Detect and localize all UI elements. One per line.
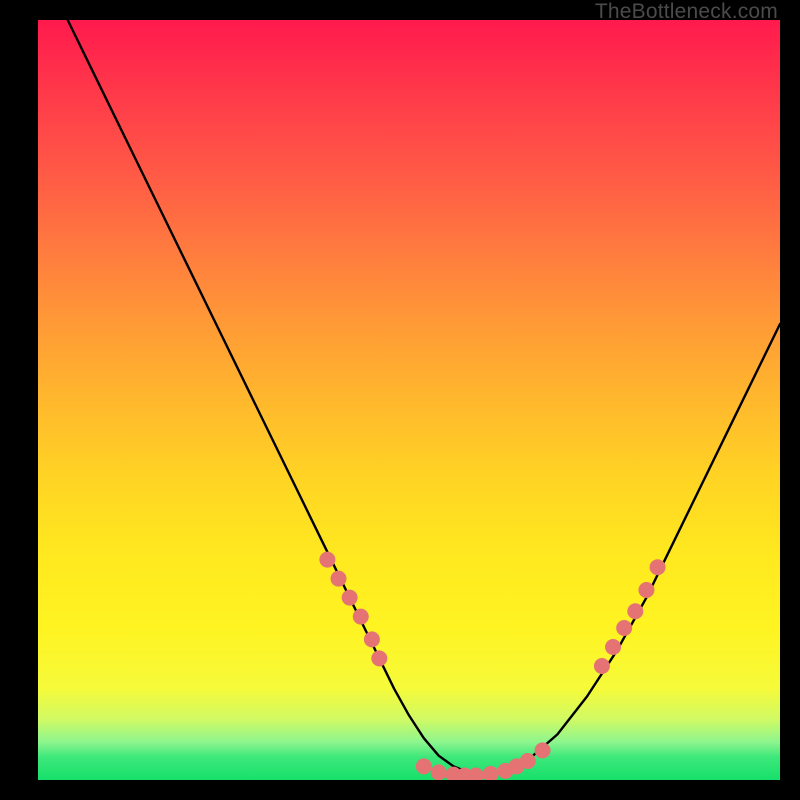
data-marker xyxy=(331,571,347,587)
data-marker xyxy=(319,552,335,568)
data-marker xyxy=(371,650,387,666)
watermark-text: TheBottleneck.com xyxy=(595,0,778,24)
data-marker xyxy=(535,742,551,758)
data-marker xyxy=(468,767,484,780)
data-marker xyxy=(416,758,432,774)
data-marker xyxy=(483,766,499,780)
data-marker xyxy=(520,753,536,769)
data-marker xyxy=(638,582,654,598)
data-marker xyxy=(616,620,632,636)
data-marker xyxy=(431,764,447,780)
data-marker xyxy=(650,559,666,575)
data-marker xyxy=(605,639,621,655)
data-marker xyxy=(364,631,380,647)
plot-area xyxy=(38,20,780,780)
chart-frame: TheBottleneck.com xyxy=(0,0,800,800)
curve-path xyxy=(68,20,780,775)
bottleneck-curve-chart xyxy=(38,20,780,780)
data-marker xyxy=(594,658,610,674)
data-marker xyxy=(627,603,643,619)
data-marker xyxy=(353,609,369,625)
data-marker xyxy=(342,590,358,606)
